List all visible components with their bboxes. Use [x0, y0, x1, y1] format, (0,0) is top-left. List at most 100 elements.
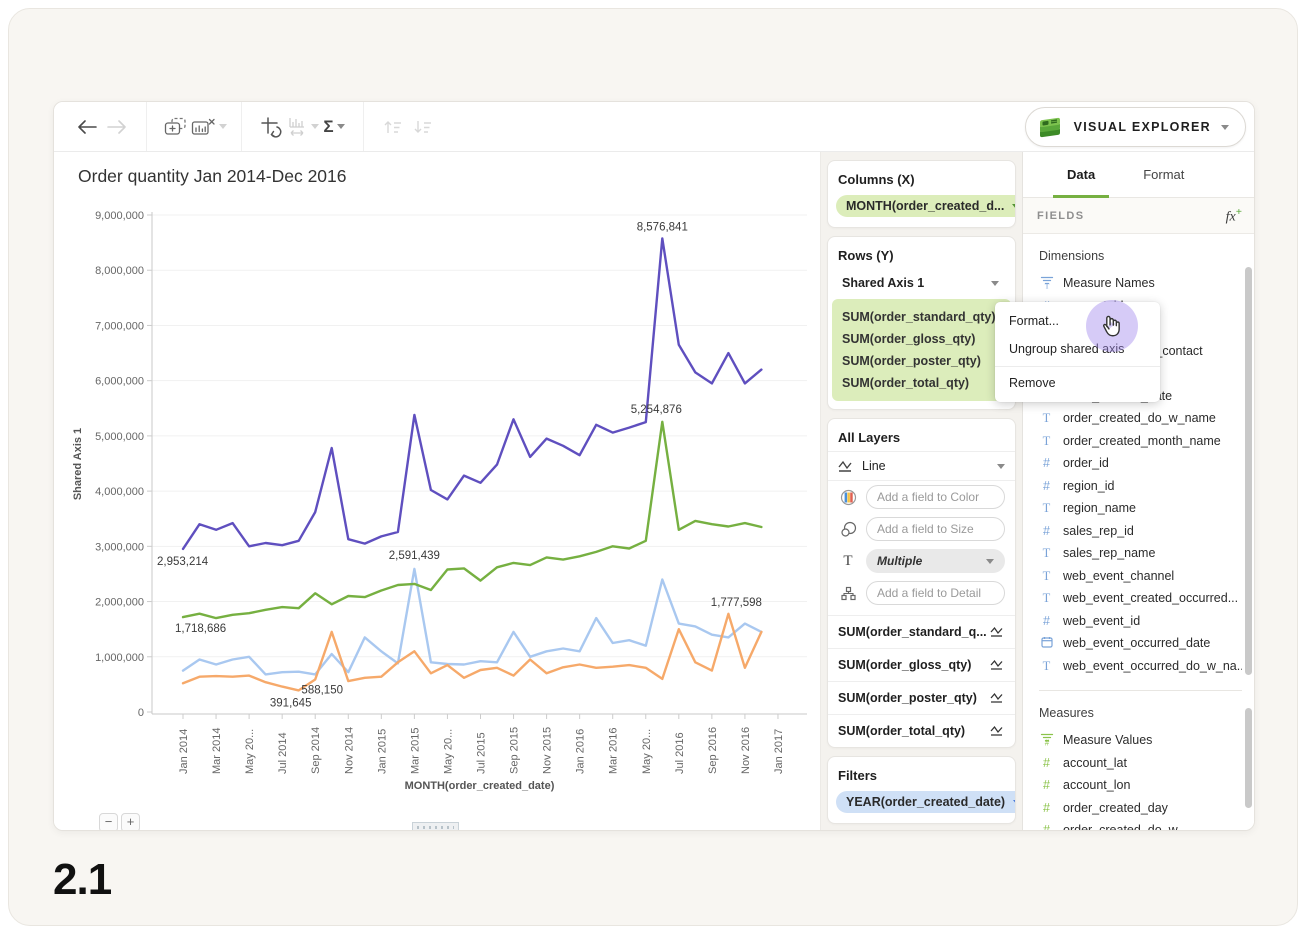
- x-tick-label: May 20...: [244, 729, 256, 774]
- measure-item[interactable]: #Measure Values: [1039, 729, 1242, 752]
- remove-layer-button[interactable]: [191, 110, 227, 144]
- dimension-item[interactable]: Torder_created_do_w_name: [1039, 407, 1242, 430]
- tab-data[interactable]: Data: [1067, 152, 1095, 197]
- dimension-item[interactable]: TMeasure Names: [1039, 272, 1242, 295]
- context-menu-item-ungroup-shared-axis[interactable]: Ungroup shared axis: [995, 335, 1160, 363]
- y-tick-label: 3,000,000: [95, 541, 144, 553]
- y-tick-label: 0: [138, 707, 144, 719]
- field-label: order_created_month_name: [1063, 434, 1221, 448]
- columns-field-pill[interactable]: MONTH(order_created_d...: [836, 195, 1016, 217]
- y-tick-label: 6,000,000: [95, 376, 144, 388]
- size-field-input[interactable]: Add a field to Size: [866, 517, 1005, 541]
- x-tick-label: Jul 2015: [475, 732, 487, 774]
- text-field-icon: T: [1039, 502, 1054, 515]
- dimensions-scrollbar[interactable]: [1245, 267, 1252, 675]
- x-tick-label: Mar 2015: [409, 728, 421, 774]
- chart-type-button[interactable]: [286, 110, 319, 144]
- dimension-item[interactable]: Tweb_event_channel: [1039, 565, 1242, 588]
- chevron-down-icon: [1012, 204, 1016, 209]
- shared-axis-label: Shared Axis 1: [842, 276, 924, 290]
- layer-row[interactable]: SUM(order_total_qty): [828, 714, 1015, 747]
- dimension-item[interactable]: Torder_created_month_name: [1039, 430, 1242, 453]
- chevron-down-icon: [337, 124, 345, 129]
- back-button[interactable]: [72, 110, 102, 144]
- swap-axes-button[interactable]: [256, 110, 286, 144]
- field-label: order_created_do_w_name: [1063, 411, 1216, 425]
- toolbar: Σ: [54, 102, 1254, 152]
- detail-field-input[interactable]: Add a field to Detail: [866, 581, 1005, 605]
- tab-format[interactable]: Format: [1143, 152, 1184, 197]
- rows-field-pill[interactable]: SUM(order_total_qty): [838, 372, 1005, 394]
- measure-item[interactable]: #account_lat: [1039, 752, 1242, 775]
- toolbar-divider: [241, 102, 242, 151]
- sort-ascending-button[interactable]: [378, 110, 408, 144]
- zoom-out-button[interactable]: −: [99, 813, 118, 831]
- dimension-item[interactable]: Tregion_name: [1039, 497, 1242, 520]
- measure-item[interactable]: #order_created_do_w: [1039, 819, 1242, 831]
- filter-field-pill[interactable]: YEAR(order_created_date): [836, 791, 1016, 813]
- rows-panel-title: Rows (Y): [828, 237, 1015, 269]
- fields-header-label: FIELDS: [1037, 210, 1085, 222]
- dimension-item[interactable]: Tweb_event_occurred_do_w_na...: [1039, 655, 1242, 678]
- series-lines: [183, 238, 761, 690]
- color-field-input[interactable]: Add a field to Color: [866, 485, 1005, 509]
- measures-section: Measures #Measure Values#account_lat#acc…: [1039, 690, 1242, 831]
- dimension-item[interactable]: #region_id: [1039, 475, 1242, 498]
- dimension-item[interactable]: #web_event_id: [1039, 610, 1242, 633]
- zoom-in-button[interactable]: +: [121, 813, 140, 831]
- text-field-icon: T: [1039, 547, 1054, 560]
- line-chart-icon: [990, 626, 1005, 638]
- rows-field-pill[interactable]: SUM(order_poster_qty): [838, 350, 1005, 372]
- rows-field-pill[interactable]: SUM(order_standard_qty): [838, 306, 1005, 328]
- field-label: region_name: [1063, 501, 1136, 515]
- fields-sidebar: Data Format FIELDS fx+ Dimensions TMeasu…: [1022, 152, 1255, 831]
- add-calculated-field-icon[interactable]: fx+: [1226, 206, 1242, 226]
- y-tick-label: 4,000,000: [95, 486, 144, 498]
- number-field-icon: #: [1039, 525, 1054, 538]
- dimension-item[interactable]: Tweb_event_created_occurred...: [1039, 587, 1242, 610]
- layer-row[interactable]: SUM(order_poster_qty): [828, 681, 1015, 714]
- chart-type-select[interactable]: Line: [828, 451, 1015, 481]
- measures-scrollbar[interactable]: [1245, 708, 1252, 808]
- layer-row[interactable]: SUM(order_gloss_qty): [828, 648, 1015, 681]
- x-tick-label: Sep 2016: [707, 727, 719, 774]
- field-label: order_id: [1063, 456, 1109, 470]
- dimension-item[interactable]: #order_id: [1039, 452, 1242, 475]
- dimension-item[interactable]: #sales_rep_id: [1039, 520, 1242, 543]
- text-field-icon: T: [1039, 412, 1054, 425]
- chevron-down-icon: [1013, 800, 1016, 805]
- layer-label: SUM(order_poster_qty): [838, 691, 977, 705]
- x-tick-label: Jan 2017: [773, 729, 785, 774]
- label-field-select[interactable]: Multiple: [866, 549, 1005, 573]
- sidebar-tabs: Data Format: [1023, 152, 1255, 198]
- field-label: order_created_day: [1063, 801, 1168, 815]
- field-label: order_created_do_w: [1063, 823, 1178, 831]
- sigma-icon: Σ: [323, 117, 333, 137]
- duplicate-layer-button[interactable]: [161, 110, 191, 144]
- sort-descending-button[interactable]: [408, 110, 438, 144]
- measure-item[interactable]: #order_created_day: [1039, 797, 1242, 820]
- visual-explorer-button[interactable]: VISUAL EXPLORER: [1025, 107, 1246, 147]
- line-chart-icon: [990, 692, 1005, 704]
- measure-item[interactable]: #account_lon: [1039, 774, 1242, 797]
- app-frame: Σ: [8, 8, 1298, 926]
- shared-axis-dropdown[interactable]: Shared Axis 1: [834, 271, 1009, 295]
- field-label: account_lon: [1063, 778, 1130, 792]
- layer-row[interactable]: SUM(order_standard_q...: [828, 615, 1015, 648]
- resize-grip-handle[interactable]: [412, 822, 459, 831]
- context-menu-item-remove[interactable]: Remove: [995, 366, 1160, 397]
- field-label: sales_rep_name: [1063, 546, 1155, 560]
- dimension-item[interactable]: web_event_occurred_date: [1039, 632, 1242, 655]
- field-label: web_event_occurred_do_w_na...: [1063, 659, 1242, 673]
- aggregate-button[interactable]: Σ: [319, 110, 349, 144]
- measure-names-icon: T: [1039, 275, 1054, 292]
- forward-button[interactable]: [102, 110, 132, 144]
- rows-field-pill[interactable]: SUM(order_gloss_qty): [838, 328, 1005, 350]
- dimension-item[interactable]: Tsales_rep_name: [1039, 542, 1242, 565]
- x-tick-label: Nov 2016: [740, 727, 752, 774]
- series-line: [183, 614, 761, 691]
- data-label: 2,953,214: [157, 556, 209, 568]
- sort-descending-icon: [412, 118, 434, 136]
- duplicate-layer-icon: [164, 117, 188, 137]
- all-layers-panel-title: All Layers: [828, 419, 1015, 451]
